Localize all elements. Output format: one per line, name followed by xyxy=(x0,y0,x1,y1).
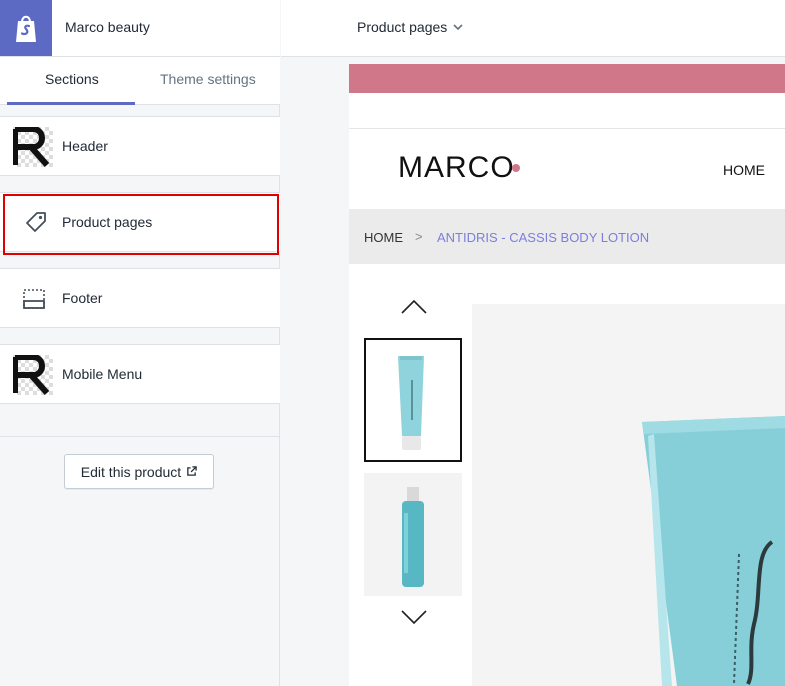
image-thumbnail-icon xyxy=(13,127,53,167)
product-thumbnail[interactable] xyxy=(364,338,462,462)
editor-topbar: Product pages xyxy=(281,0,785,57)
section-label: Mobile Menu xyxy=(62,366,143,382)
spray-bottle-image xyxy=(402,487,424,587)
section-item-mobile-menu[interactable]: Mobile Menu xyxy=(0,344,280,404)
brand-text: MARCO xyxy=(398,151,515,184)
brand-logo[interactable]: MARCO xyxy=(398,151,515,185)
breadcrumb-home[interactable]: HOME xyxy=(364,230,403,245)
section-label: Footer xyxy=(62,290,103,306)
store-bar: Marco beauty xyxy=(0,0,280,57)
store-name[interactable]: Marco beauty xyxy=(65,19,150,35)
tab-sections[interactable]: Sections xyxy=(45,71,99,87)
image-thumbnail-icon xyxy=(13,355,53,395)
external-link-icon xyxy=(187,466,197,476)
lotion-tube-image xyxy=(642,416,785,686)
tab-theme-settings[interactable]: Theme settings xyxy=(160,71,256,87)
store-preview: MARCO HOME HOME > ANTIDRIS - CASSIS BODY… xyxy=(349,64,785,686)
selection-highlight xyxy=(3,194,279,255)
shopify-bag-icon xyxy=(16,15,36,42)
breadcrumb-separator: > xyxy=(415,229,423,244)
breadcrumb-current[interactable]: ANTIDRIS - CASSIS BODY LOTION xyxy=(437,230,649,245)
product-thumbnail[interactable] xyxy=(364,473,462,596)
chevron-up-icon[interactable] xyxy=(401,300,427,314)
section-label: Header xyxy=(62,138,108,154)
nav-home-link[interactable]: HOME xyxy=(723,162,765,178)
sidebar-tabs: Sections Theme settings xyxy=(0,57,280,105)
active-tab-indicator xyxy=(7,102,135,105)
breadcrumb: HOME > ANTIDRIS - CASSIS BODY LOTION xyxy=(349,209,785,264)
theme-editor-sidebar: Marco beauty Sections Theme settings Hea… xyxy=(0,0,280,686)
page-selector[interactable]: Product pages xyxy=(357,19,463,35)
announcement-bar xyxy=(349,64,785,93)
chevron-down-icon xyxy=(453,23,463,30)
page-selector-label: Product pages xyxy=(357,19,448,35)
chevron-down-icon[interactable] xyxy=(401,610,427,624)
edit-product-label: Edit this product xyxy=(80,463,182,480)
edit-product-button[interactable]: Edit this product xyxy=(64,454,214,489)
brand-logo-dot xyxy=(512,164,520,172)
lotion-tube-image xyxy=(398,356,424,450)
sidebar-divider xyxy=(0,436,280,437)
site-header: MARCO HOME xyxy=(349,129,785,209)
section-item-footer[interactable]: Footer xyxy=(0,268,280,328)
section-item-header[interactable]: Header xyxy=(0,116,280,176)
shopify-logo[interactable] xyxy=(0,0,52,56)
product-main-image[interactable] xyxy=(472,304,785,686)
footer-layout-icon xyxy=(23,289,45,309)
